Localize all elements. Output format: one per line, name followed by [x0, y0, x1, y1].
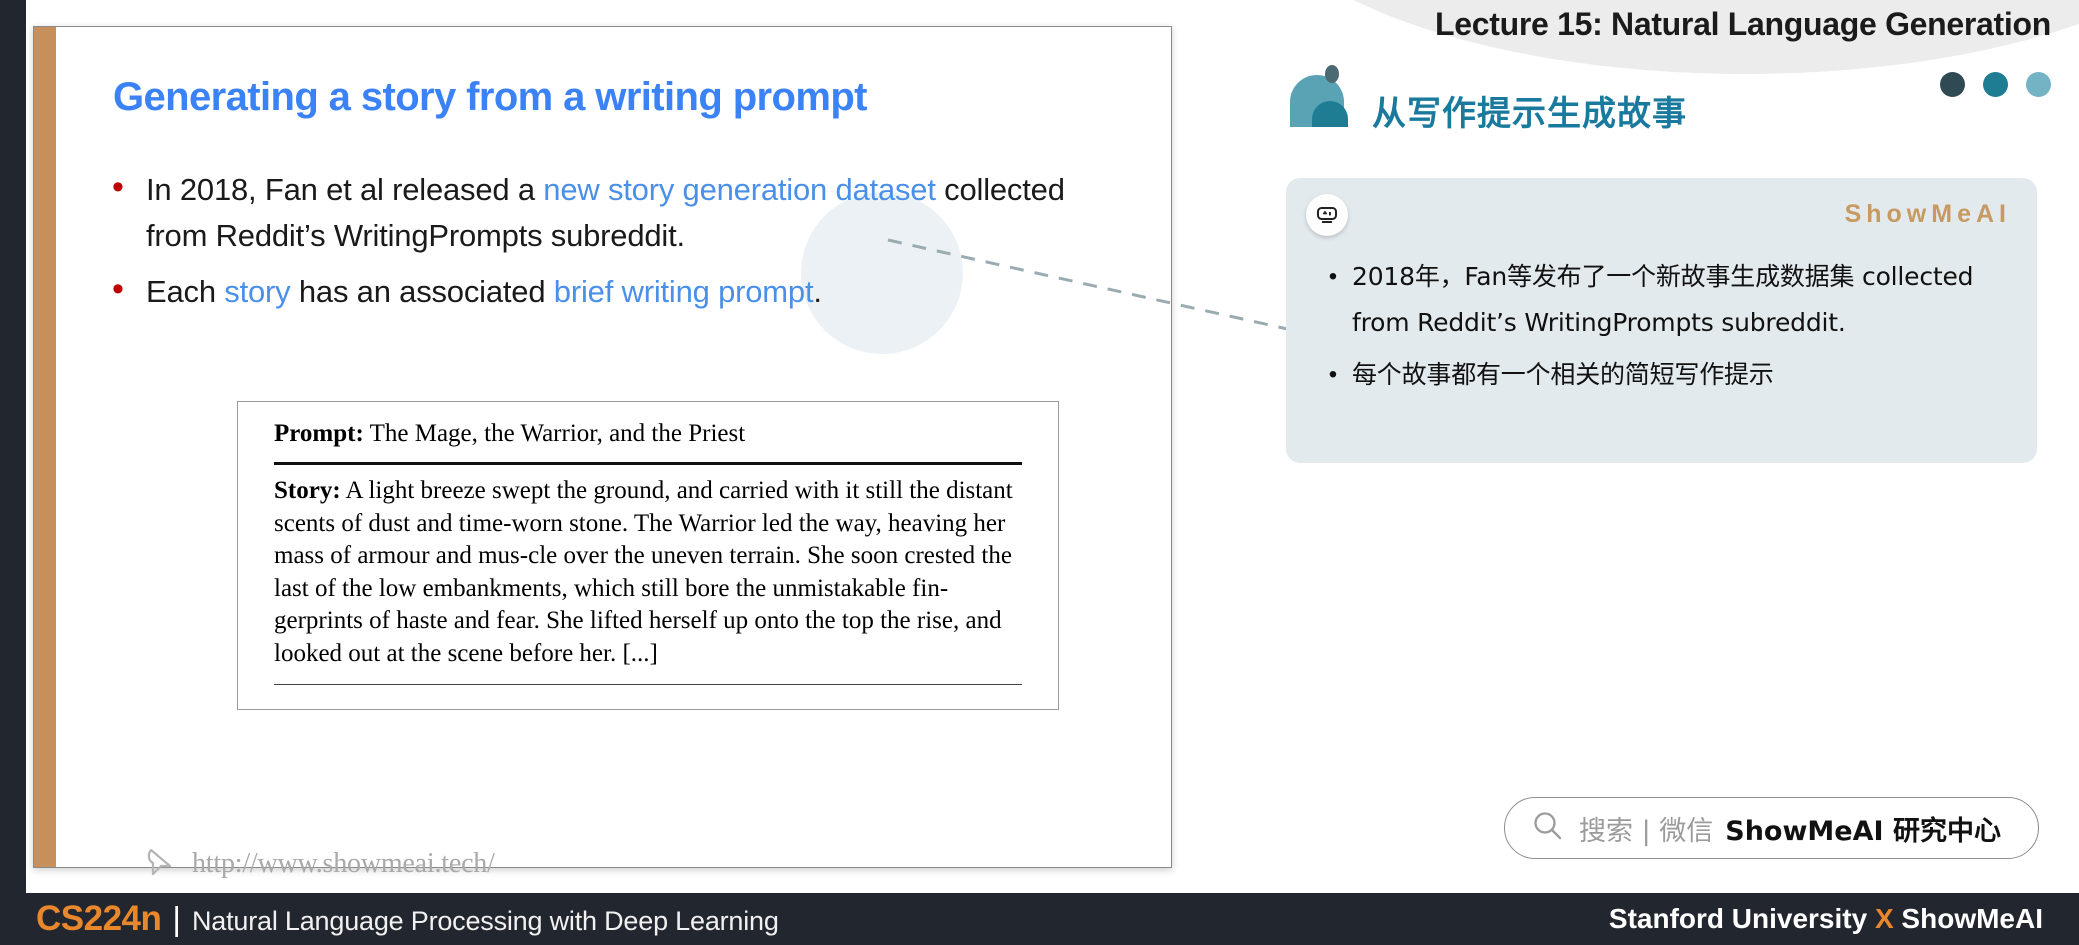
search-icon: [1531, 809, 1565, 848]
translation-note-panel: ShowMeAI • 2018年，Fan等发布了一个新故事生成数据集 colle…: [1286, 178, 2037, 463]
list-item: • 每个故事都有一个相关的简短写作提示: [1314, 352, 2014, 398]
left-rail: [0, 0, 26, 893]
excerpt-prompt-line: Prompt: The Mage, the Warrior, and the P…: [274, 418, 1022, 458]
footer-divider: |: [172, 900, 181, 937]
slide-card: Generating a story from a writing prompt…: [33, 26, 1172, 879]
bullet-dot-icon: •: [1328, 361, 1338, 388]
bullet-text-2: Each story has an associated brief writi…: [146, 274, 822, 309]
slide-accent-bar: [34, 27, 56, 867]
excerpt-bottom-divider: [274, 684, 1022, 685]
page-title: Generating a story from a writing prompt: [113, 75, 867, 119]
course-name: Natural Language Processing with Deep Le…: [191, 906, 779, 936]
bullet-dot-icon: •: [1328, 263, 1338, 290]
bullet-dot-icon: •: [112, 168, 124, 206]
bullet-list: • In 2018, Fan et al released a new stor…: [112, 167, 1122, 325]
watermark: http://www.showmeai.tech/: [144, 844, 495, 883]
prompt-value: The Mage, the Warrior, and the Priest: [363, 420, 746, 447]
lecture-title: Lecture 15: Natural Language Generation: [1434, 6, 2051, 42]
slide-canvas: Generating a story from a writing prompt…: [0, 0, 2079, 945]
small-dot-icon: [1325, 65, 1339, 83]
story-label: Story:: [274, 477, 341, 504]
footer-x-label: X: [1874, 903, 1894, 934]
search-placeholder-label: 搜索 | 微信: [1579, 815, 1714, 847]
list-item: • 2018年，Fan等发布了一个新故事生成数据集 collected from…: [1314, 254, 2014, 346]
dot-light-icon: [2026, 72, 2051, 97]
robot-icon: [1306, 194, 1348, 236]
search-brand-label: ShowMeAI 研究中心: [1725, 815, 2001, 847]
bullet-text-1: In 2018, Fan et al released a new story …: [146, 172, 1065, 253]
story-value: A light breeze swept the ground, and car…: [274, 477, 1013, 667]
footer-org-pre: Stanford University: [1608, 903, 1875, 934]
dot-dark-icon: [1940, 72, 1965, 97]
showmeai-brand-label: ShowMeAI: [1844, 200, 2011, 228]
right-header: Lecture 15: Natural Language Generation: [1285, 0, 2079, 160]
prompt-label: Prompt:: [274, 420, 364, 447]
paper-excerpt-box: Prompt: The Mage, the Warrior, and the P…: [237, 401, 1059, 710]
section-title-cn: 从写作提示生成故事: [1372, 94, 1687, 134]
course-code: CS224n: [36, 899, 162, 938]
cursor-icon: [144, 844, 178, 883]
note-list: • 2018年，Fan等发布了一个新故事生成数据集 collected from…: [1314, 254, 2014, 404]
search-bar[interactable]: 搜索 | 微信 ShowMeAI 研究中心: [1504, 797, 2039, 859]
note-text-1: 2018年，Fan等发布了一个新故事生成数据集 collected from R…: [1352, 262, 1974, 337]
header-dots: [1940, 72, 2051, 97]
note-text-2: 每个故事都有一个相关的简短写作提示: [1352, 360, 1774, 389]
footer-bar: CS224n | Natural Language Processing wit…: [0, 893, 2079, 945]
footer-left-group: CS224n | Natural Language Processing wit…: [36, 899, 779, 939]
footer-right-group: Stanford University X ShowMeAI: [1609, 903, 2043, 935]
excerpt-story-line: Story: A light breeze swept the ground, …: [274, 475, 1022, 670]
footer-org-post: ShowMeAI: [1893, 903, 2043, 934]
list-item: • Each story has an associated brief wri…: [112, 269, 1122, 315]
list-item: • In 2018, Fan et al released a new stor…: [112, 167, 1122, 259]
dot-mid-icon: [1983, 72, 2008, 97]
bullet-dot-icon: •: [112, 270, 124, 308]
watermark-url: http://www.showmeai.tech/: [192, 847, 495, 879]
excerpt-divider: [274, 462, 1022, 465]
